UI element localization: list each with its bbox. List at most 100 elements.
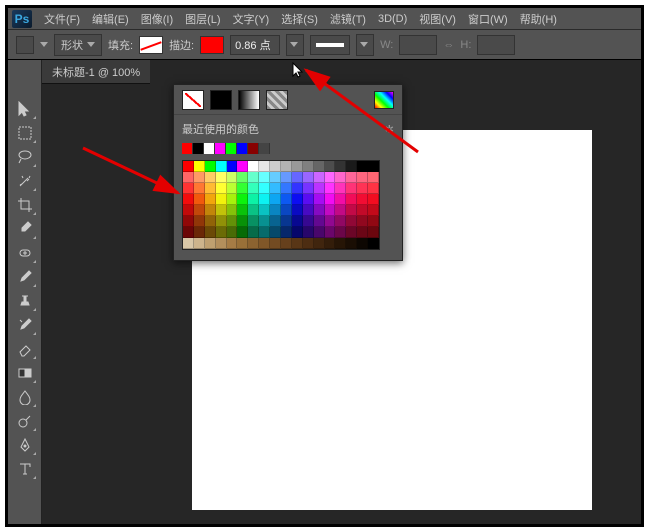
color-swatch[interactable]: [292, 161, 303, 172]
recent-swatch[interactable]: [215, 143, 226, 154]
color-swatch[interactable]: [281, 205, 292, 216]
eyedropper-tool[interactable]: [13, 218, 37, 240]
move-tool[interactable]: [13, 98, 37, 120]
color-swatch[interactable]: [357, 227, 368, 238]
color-swatch[interactable]: [325, 227, 336, 238]
color-swatch[interactable]: [281, 172, 292, 183]
color-swatch[interactable]: [227, 161, 238, 172]
color-swatch[interactable]: [368, 161, 379, 172]
color-swatch[interactable]: [292, 227, 303, 238]
color-swatch[interactable]: [216, 216, 227, 227]
gear-icon[interactable]: ✲: [385, 123, 394, 136]
color-swatch[interactable]: [227, 238, 238, 249]
color-swatch[interactable]: [314, 172, 325, 183]
color-swatch[interactable]: [346, 161, 357, 172]
color-swatch[interactable]: [248, 216, 259, 227]
color-swatch[interactable]: [314, 227, 325, 238]
stroke-width-field[interactable]: 0.86 点: [230, 35, 280, 55]
color-swatch[interactable]: [346, 216, 357, 227]
color-swatch[interactable]: [325, 183, 336, 194]
color-swatch[interactable]: [357, 172, 368, 183]
color-swatch[interactable]: [248, 161, 259, 172]
color-swatch[interactable]: [346, 194, 357, 205]
color-swatch[interactable]: [368, 205, 379, 216]
history-brush-tool[interactable]: [13, 314, 37, 336]
color-swatch[interactable]: [357, 161, 368, 172]
color-swatch[interactable]: [248, 172, 259, 183]
color-swatch[interactable]: [259, 238, 270, 249]
color-swatch[interactable]: [248, 238, 259, 249]
color-swatch[interactable]: [335, 172, 346, 183]
recent-swatch[interactable]: [182, 143, 193, 154]
color-swatch[interactable]: [335, 216, 346, 227]
pattern-button[interactable]: [266, 90, 288, 110]
color-swatch[interactable]: [303, 172, 314, 183]
color-swatch[interactable]: [368, 216, 379, 227]
recent-swatch[interactable]: [237, 143, 248, 154]
color-swatch[interactable]: [314, 238, 325, 249]
no-color-button[interactable]: [182, 90, 204, 110]
magic-wand-tool[interactable]: [13, 170, 37, 192]
color-swatch[interactable]: [368, 183, 379, 194]
menu-edit[interactable]: 编辑(E): [86, 11, 135, 27]
color-swatch[interactable]: [346, 205, 357, 216]
color-swatch[interactable]: [325, 161, 336, 172]
color-swatch[interactable]: [259, 227, 270, 238]
color-swatch[interactable]: [194, 227, 205, 238]
color-swatch[interactable]: [281, 216, 292, 227]
recent-swatch[interactable]: [226, 143, 237, 154]
color-swatch[interactable]: [335, 161, 346, 172]
color-swatch[interactable]: [227, 194, 238, 205]
menu-file[interactable]: 文件(F): [38, 11, 86, 27]
color-swatch[interactable]: [270, 216, 281, 227]
menu-filter[interactable]: 滤镜(T): [324, 11, 372, 27]
color-swatch[interactable]: [346, 183, 357, 194]
color-swatch[interactable]: [259, 161, 270, 172]
color-swatch[interactable]: [335, 238, 346, 249]
gradient-tool[interactable]: [13, 362, 37, 384]
color-swatch[interactable]: [357, 194, 368, 205]
color-swatch[interactable]: [346, 172, 357, 183]
color-swatch[interactable]: [346, 238, 357, 249]
height-field[interactable]: [477, 35, 515, 55]
color-swatch[interactable]: [335, 183, 346, 194]
fill-swatch[interactable]: [139, 36, 163, 54]
color-swatch[interactable]: [281, 161, 292, 172]
recent-swatch[interactable]: [204, 143, 215, 154]
color-swatch[interactable]: [216, 238, 227, 249]
color-swatch[interactable]: [259, 183, 270, 194]
color-swatch[interactable]: [270, 161, 281, 172]
color-swatch[interactable]: [227, 172, 238, 183]
color-swatch[interactable]: [281, 194, 292, 205]
color-swatch[interactable]: [237, 238, 248, 249]
color-swatch[interactable]: [216, 205, 227, 216]
color-swatch[interactable]: [368, 172, 379, 183]
color-swatch[interactable]: [194, 238, 205, 249]
color-swatch[interactable]: [248, 227, 259, 238]
color-swatch[interactable]: [357, 216, 368, 227]
pen-tool[interactable]: [13, 434, 37, 456]
color-swatch[interactable]: [237, 161, 248, 172]
color-swatch[interactable]: [325, 172, 336, 183]
menu-type[interactable]: 文字(Y): [227, 11, 276, 27]
color-swatch[interactable]: [281, 183, 292, 194]
type-tool[interactable]: [13, 458, 37, 480]
marquee-tool[interactable]: [13, 122, 37, 144]
recent-swatch[interactable]: [193, 143, 204, 154]
color-swatch[interactable]: [303, 227, 314, 238]
color-swatch[interactable]: [183, 161, 194, 172]
color-swatch[interactable]: [216, 183, 227, 194]
color-swatch[interactable]: [335, 205, 346, 216]
color-swatch[interactable]: [314, 216, 325, 227]
stroke-style-chevron[interactable]: [356, 34, 374, 56]
color-swatch[interactable]: [205, 183, 216, 194]
color-swatch[interactable]: [270, 227, 281, 238]
color-swatch[interactable]: [292, 205, 303, 216]
color-swatch[interactable]: [237, 216, 248, 227]
eraser-tool[interactable]: [13, 338, 37, 360]
color-swatch[interactable]: [183, 172, 194, 183]
color-swatch[interactable]: [259, 194, 270, 205]
gradient-button[interactable]: [238, 90, 260, 110]
color-swatch[interactable]: [248, 194, 259, 205]
dodge-tool[interactable]: [13, 410, 37, 432]
